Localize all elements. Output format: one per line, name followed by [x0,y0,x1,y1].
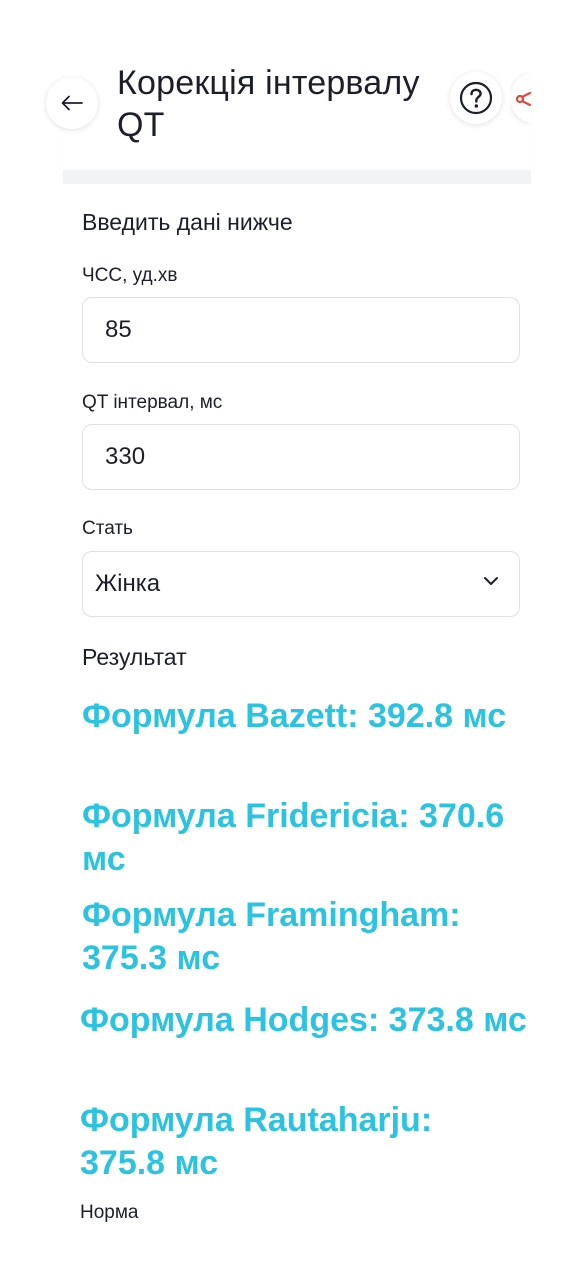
result-title: Результат [82,644,187,670]
result-framingham: Формула Framingham: 375.3 мс [82,896,461,977]
arrow-left-icon [61,95,83,111]
result-bazett: Формула Bazett: 392.8 мс [82,697,507,735]
share-icon [516,92,531,106]
result-rautaharju: Формула Rautaharju: 375.8 мс [80,1101,433,1182]
form-section-title: Введить дані нижче [82,209,293,235]
result-status: Норма [80,1202,139,1223]
qt-interval-input[interactable]: 330 [82,424,520,490]
chevron-down-icon [484,577,498,585]
sex-select-value: Жінка [95,570,161,597]
qt-interval-label: QT інтервал, мс [82,392,223,413]
sex-select[interactable]: Жінка [82,551,520,617]
share-button[interactable] [510,72,531,124]
result-hodges: Формула Hodges: 373.8 мс [80,1001,527,1039]
back-button[interactable] [46,77,98,129]
qt-correction-screen: Корекція інтервалу QT Введить дані нижче… [0,0,578,1280]
page-title: Корекція інтервалу QT [117,64,420,144]
result-fridericia: Формула Fridericia: 370.6 мс [82,797,505,878]
header-divider [63,170,531,184]
help-button[interactable] [450,72,502,124]
heart-rate-input[interactable]: 85 [82,297,520,363]
question-circle-icon [459,81,493,115]
sex-label: Стать [82,518,133,539]
heart-rate-label: ЧСС, уд.хв [82,265,178,286]
